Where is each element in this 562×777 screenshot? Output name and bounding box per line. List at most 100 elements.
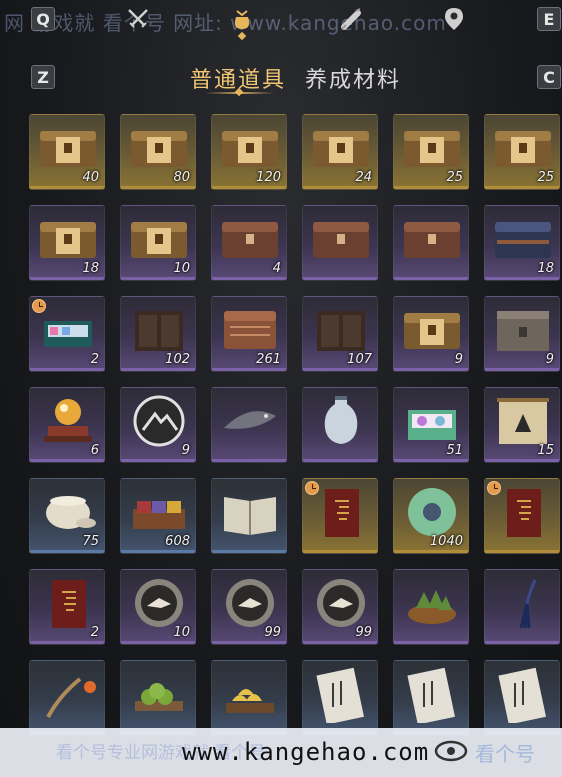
orb-stand-icon — [44, 399, 92, 442]
copper-chest-icon — [222, 222, 278, 258]
prev-tab-key[interactable]: Q — [31, 7, 55, 31]
inventory-slot[interactable]: 18 — [484, 205, 560, 281]
gold-chest-icon — [404, 131, 460, 167]
dark-cabinet-icon — [317, 311, 365, 351]
inventory-slot[interactable] — [211, 478, 287, 554]
item-quantity: 10 — [173, 625, 190, 640]
gold-chest-icon — [131, 131, 187, 167]
painting-scroll-icon — [497, 398, 549, 444]
bird-token-icon — [226, 579, 274, 627]
inventory-slot[interactable]: 10 — [120, 205, 196, 281]
clock-icon — [305, 481, 319, 495]
inventory-slot[interactable] — [211, 660, 287, 736]
gold-chest-icon — [40, 131, 96, 167]
dark-cabinet-icon — [135, 311, 183, 351]
item-quantity: 10 — [173, 261, 190, 276]
inventory-slot[interactable] — [393, 205, 469, 281]
inventory-slot[interactable]: 99 — [302, 569, 378, 645]
inventory-slot[interactable] — [484, 478, 560, 554]
inventory-slot[interactable] — [484, 660, 560, 736]
ghost-fish-icon — [224, 411, 276, 429]
inventory-slot[interactable] — [29, 660, 105, 736]
inventory-slot[interactable]: 2 — [29, 296, 105, 372]
inventory-slot[interactable]: 75 — [29, 478, 105, 554]
scroll-icon — [341, 8, 361, 30]
item-quantity: 18 — [537, 261, 554, 276]
inventory-slot[interactable]: 9 — [120, 387, 196, 463]
item-quantity: 4 — [272, 261, 281, 276]
tab-map[interactable] — [438, 3, 470, 35]
item-quantity: 18 — [82, 261, 99, 276]
inventory-slot[interactable]: 24 — [302, 114, 378, 190]
zongzi-basket-icon — [408, 590, 456, 624]
next-tab-key[interactable]: E — [537, 7, 561, 31]
inventory-slot[interactable]: 1040 — [393, 478, 469, 554]
item-quantity: 80 — [173, 170, 190, 185]
mountain-emblem-icon — [133, 395, 185, 447]
porcelain-vase-icon — [324, 396, 358, 444]
inventory-slot[interactable] — [120, 660, 196, 736]
item-quantity: 15 — [537, 443, 554, 458]
inventory-slot[interactable]: 102 — [120, 296, 196, 372]
inventory-slot[interactable]: 4 — [211, 205, 287, 281]
next-category-key[interactable]: C — [537, 65, 561, 89]
bird-token-icon — [317, 579, 365, 627]
prev-category-key[interactable]: Z — [31, 65, 55, 89]
item-quantity: 51 — [446, 443, 463, 458]
item-quantity: 40 — [82, 170, 99, 185]
inventory-slot[interactable]: 120 — [211, 114, 287, 190]
fabric-tray-icon — [133, 501, 185, 529]
inventory-slot[interactable]: 99 — [211, 569, 287, 645]
item-quantity: 608 — [165, 534, 190, 549]
tab-cultivation-materials[interactable]: 养成材料 — [305, 62, 401, 94]
item-quantity: 120 — [256, 170, 281, 185]
inventory-slot[interactable] — [393, 569, 469, 645]
inventory-slot[interactable]: 608 — [120, 478, 196, 554]
inventory-grid: 40 80 120 24 25 25 18 10 4 18 2 102 261 107 9 9 6 9 51 15 75… — [29, 114, 560, 736]
inventory-slot[interactable] — [302, 660, 378, 736]
inventory-slot[interactable]: 10 — [120, 569, 196, 645]
letter-icon — [498, 667, 547, 723]
tab-items[interactable] — [226, 3, 258, 35]
tab-equipment[interactable] — [122, 3, 154, 35]
item-quantity: 99 — [355, 625, 372, 640]
inventory-slot[interactable]: 40 — [29, 114, 105, 190]
item-quantity: 107 — [347, 352, 372, 367]
inventory-slot[interactable] — [302, 387, 378, 463]
inventory-slot[interactable] — [484, 569, 560, 645]
inventory-slot[interactable]: 2 — [29, 569, 105, 645]
watermark-text: 网 游戏就 看个号 网址: www.kangehao.com — [4, 11, 447, 35]
inventory-slot[interactable]: 6 — [29, 387, 105, 463]
inventory-slot[interactable]: 80 — [120, 114, 196, 190]
inventory-slot[interactable] — [302, 478, 378, 554]
inventory-slot[interactable]: 51 — [393, 387, 469, 463]
inventory-slot[interactable]: 25 — [484, 114, 560, 190]
item-quantity: 9 — [545, 352, 554, 367]
gold-chest-icon — [222, 131, 278, 167]
item-quantity: 2 — [90, 625, 99, 640]
inventory-slot[interactable] — [302, 205, 378, 281]
inventory-slot[interactable]: 25 — [393, 114, 469, 190]
inventory-slot[interactable] — [393, 660, 469, 736]
category-tabs: Z 普通道具 养成材料 C — [0, 58, 562, 98]
gold-chest-icon — [131, 222, 187, 258]
item-quantity: 99 — [264, 625, 281, 640]
inventory-slot[interactable]: 18 — [29, 205, 105, 281]
lantern-staff-icon — [46, 677, 96, 718]
open-book-icon — [224, 497, 276, 535]
inventory-slot[interactable]: 9 — [484, 296, 560, 372]
inventory-slot[interactable]: 15 — [484, 387, 560, 463]
item-quantity: 9 — [181, 443, 190, 458]
inventory-slot[interactable]: 261 — [211, 296, 287, 372]
gold-chest-icon — [313, 131, 369, 167]
banner-mark: 看个号 — [475, 742, 535, 766]
letter-icon — [316, 667, 365, 723]
inventory-slot[interactable] — [211, 387, 287, 463]
money-pouch-icon — [234, 10, 250, 29]
inventory-slot[interactable]: 107 — [302, 296, 378, 372]
item-quantity: 25 — [446, 170, 463, 185]
letter-icon — [407, 667, 456, 723]
tab-quests[interactable] — [334, 3, 366, 35]
carved-chest-icon — [224, 311, 276, 349]
inventory-slot[interactable]: 9 — [393, 296, 469, 372]
